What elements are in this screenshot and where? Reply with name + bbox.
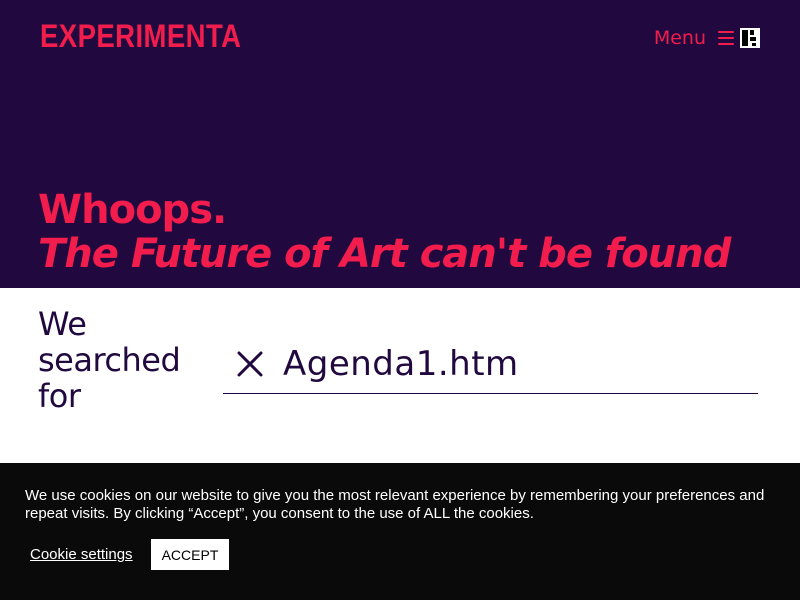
- menu-button[interactable]: Menu: [654, 24, 734, 52]
- site-logo[interactable]: EXPERIMENTA: [40, 18, 241, 54]
- cookie-message: We use cookies on our website to give yo…: [25, 487, 765, 522]
- searched-label-word: searched: [38, 341, 181, 379]
- brand-square-icon[interactable]: [740, 28, 760, 48]
- accept-button[interactable]: ACCEPT: [151, 539, 229, 570]
- page: EXPERIMENTA Menu Whoops. The Future of A…: [0, 0, 800, 600]
- headline-line-1: Whoops.: [38, 187, 227, 233]
- searched-label-word: for: [38, 377, 81, 415]
- search-field: [223, 334, 758, 394]
- searched-for-label: We searched for: [38, 306, 208, 414]
- menu-label: Menu: [653, 27, 706, 49]
- close-icon[interactable]: [235, 349, 265, 379]
- search-input[interactable]: [283, 343, 743, 384]
- headline-line-2: The Future of Art can't be found: [38, 231, 731, 277]
- searched-label-word: We: [38, 305, 87, 343]
- hero-header: EXPERIMENTA Menu Whoops. The Future of A…: [0, 0, 800, 288]
- cookie-banner: We use cookies on our website to give yo…: [0, 463, 800, 600]
- menu-icon: [718, 31, 734, 45]
- page-title: Whoops. The Future of Art can't be found: [38, 188, 778, 276]
- cookie-settings-link[interactable]: Cookie settings: [30, 545, 133, 565]
